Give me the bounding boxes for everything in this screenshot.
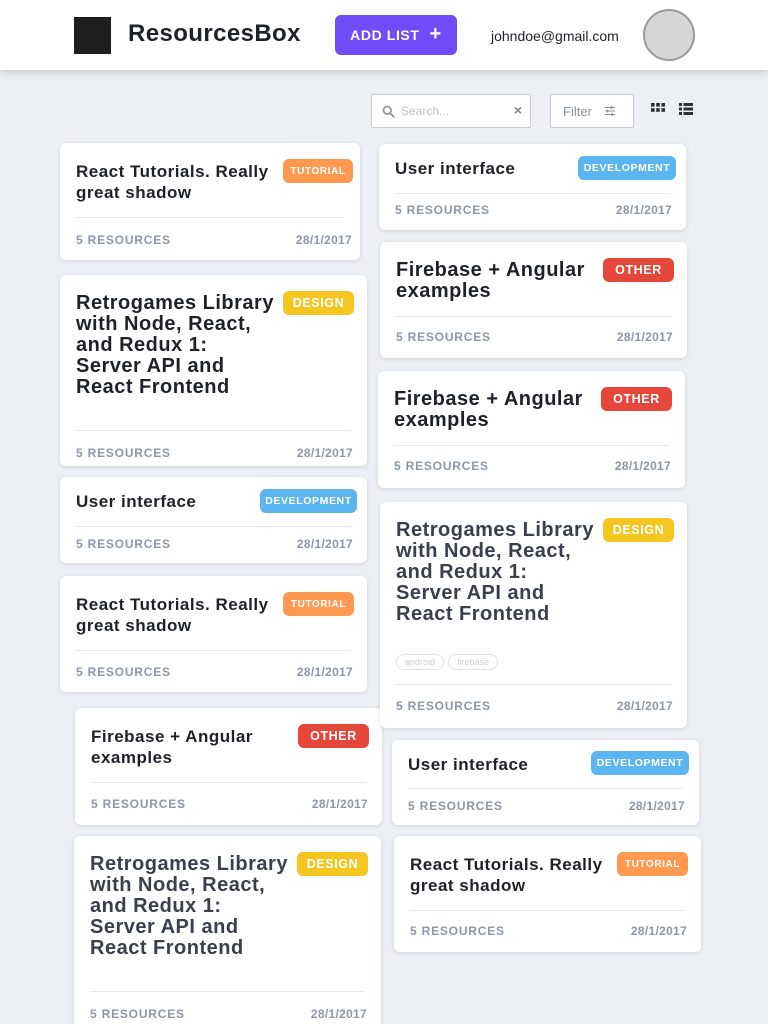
plus-icon: + [429,23,442,45]
category-badge: TUTORIAL [283,592,354,616]
resource-count: 5 RESOURCES [408,799,503,813]
card-title: Retrogames Library with Node, React, and… [76,292,274,398]
add-list-label: ADD LIST [350,27,420,43]
card-title: Firebase + Angular examples [396,259,585,302]
card-title: Retrogames Library with Node, React, and… [396,519,594,625]
category-badge: DESIGN [603,518,674,542]
divider [396,684,671,685]
resource-count: 5 RESOURCES [76,446,171,460]
search-box: × [371,94,531,128]
divider [76,430,351,431]
divider [90,991,365,992]
card-date: 28/1/2017 [616,330,673,344]
category-badge: TUTORIAL [283,159,353,183]
list-view-icon[interactable] [678,101,694,117]
category-badge: TUTORIAL [617,852,688,876]
tag-list: android firebase [396,654,499,670]
resource-card[interactable]: React Tutorials. Really great shadow TUT… [60,143,360,260]
card-date: 28/1/2017 [296,537,353,551]
resource-card[interactable]: User interface DEVELOPMENT 5 RESOURCES 2… [392,740,699,825]
resource-card[interactable]: Firebase + Angular examples OTHER 5 RESO… [380,242,687,358]
app-title[interactable]: ResourcesBox [128,20,301,48]
category-badge: DEVELOPMENT [591,751,689,775]
card-date: 28/1/2017 [296,446,353,460]
resource-card[interactable]: Firebase + Angular examples OTHER 5 RESO… [75,708,382,825]
resource-card[interactable]: React Tutorials. Really great shadow TUT… [60,576,367,692]
card-title: User interface [395,159,516,178]
divider [408,788,683,789]
card-date: 28/1/2017 [295,233,352,247]
card-date: 28/1/2017 [616,699,673,713]
resource-card[interactable]: Retrogames Library with Node, React, and… [380,502,687,728]
divider [91,782,366,783]
resource-card[interactable]: Retrogames Library with Node, React, and… [74,836,381,1024]
tag[interactable]: firebase [448,654,499,670]
search-input[interactable] [401,101,509,121]
card-date: 28/1/2017 [630,924,687,938]
user-email[interactable]: johndoe@gmail.com [491,28,619,44]
resource-count: 5 RESOURCES [76,537,171,551]
divider [394,445,669,446]
resource-count: 5 RESOURCES [91,797,186,811]
category-badge: DESIGN [283,291,354,315]
category-badge: DEVELOPMENT [578,156,676,180]
resource-count: 5 RESOURCES [76,233,171,247]
resource-count: 5 RESOURCES [394,459,489,473]
resource-count: 5 RESOURCES [410,924,505,938]
avatar[interactable] [643,9,695,61]
card-title: User interface [76,492,197,511]
divider [410,910,685,911]
category-badge: DEVELOPMENT [260,489,357,513]
category-badge: DESIGN [297,852,368,876]
category-badge: OTHER [603,258,674,282]
resource-card[interactable]: User interface DEVELOPMENT 5 RESOURCES 2… [60,477,367,563]
filter-label: Filter [563,103,592,119]
search-icon [382,105,395,118]
divider [395,193,670,194]
resource-card[interactable]: React Tutorials. Really great shadow TUT… [394,836,701,952]
category-badge: OTHER [601,387,672,411]
divider [396,316,671,317]
resource-count: 5 RESOURCES [396,330,491,344]
divider [76,650,351,651]
card-title: User interface [408,755,529,774]
grid-view-icon[interactable] [650,101,666,117]
resource-count: 5 RESOURCES [395,203,490,217]
category-badge: OTHER [298,724,369,748]
resource-card[interactable]: Retrogames Library with Node, React, and… [60,275,367,466]
card-title: Firebase + Angular examples [91,727,253,767]
resource-card[interactable]: Firebase + Angular examples OTHER 5 RESO… [378,371,685,488]
divider [76,526,351,527]
card-title: Firebase + Angular examples [394,388,583,431]
tag[interactable]: android [396,654,445,670]
resource-card[interactable]: User interface DEVELOPMENT 5 RESOURCES 2… [379,144,686,230]
sliders-icon [604,106,615,116]
card-title: React Tutorials. Really great shadow [76,595,269,635]
resource-count: 5 RESOURCES [76,665,171,679]
card-date: 28/1/2017 [311,797,368,811]
card-date: 28/1/2017 [614,459,671,473]
card-date: 28/1/2017 [296,665,353,679]
resource-count: 5 RESOURCES [90,1007,185,1021]
filter-button[interactable]: Filter [550,94,634,128]
add-list-button[interactable]: ADD LIST + [335,15,457,55]
resource-count: 5 RESOURCES [396,699,491,713]
clear-search-icon[interactable]: × [514,103,522,117]
card-date: 28/1/2017 [310,1007,367,1021]
card-title: Retrogames Library with Node, React, and… [90,853,288,959]
divider [76,217,344,218]
card-date: 28/1/2017 [628,799,685,813]
logo[interactable] [74,17,111,54]
app-header: ResourcesBox ADD LIST + johndoe@gmail.co… [0,0,768,70]
card-title: React Tutorials. Really great shadow [410,855,603,895]
card-title: React Tutorials. Really great shadow [76,162,269,202]
card-date: 28/1/2017 [615,203,672,217]
